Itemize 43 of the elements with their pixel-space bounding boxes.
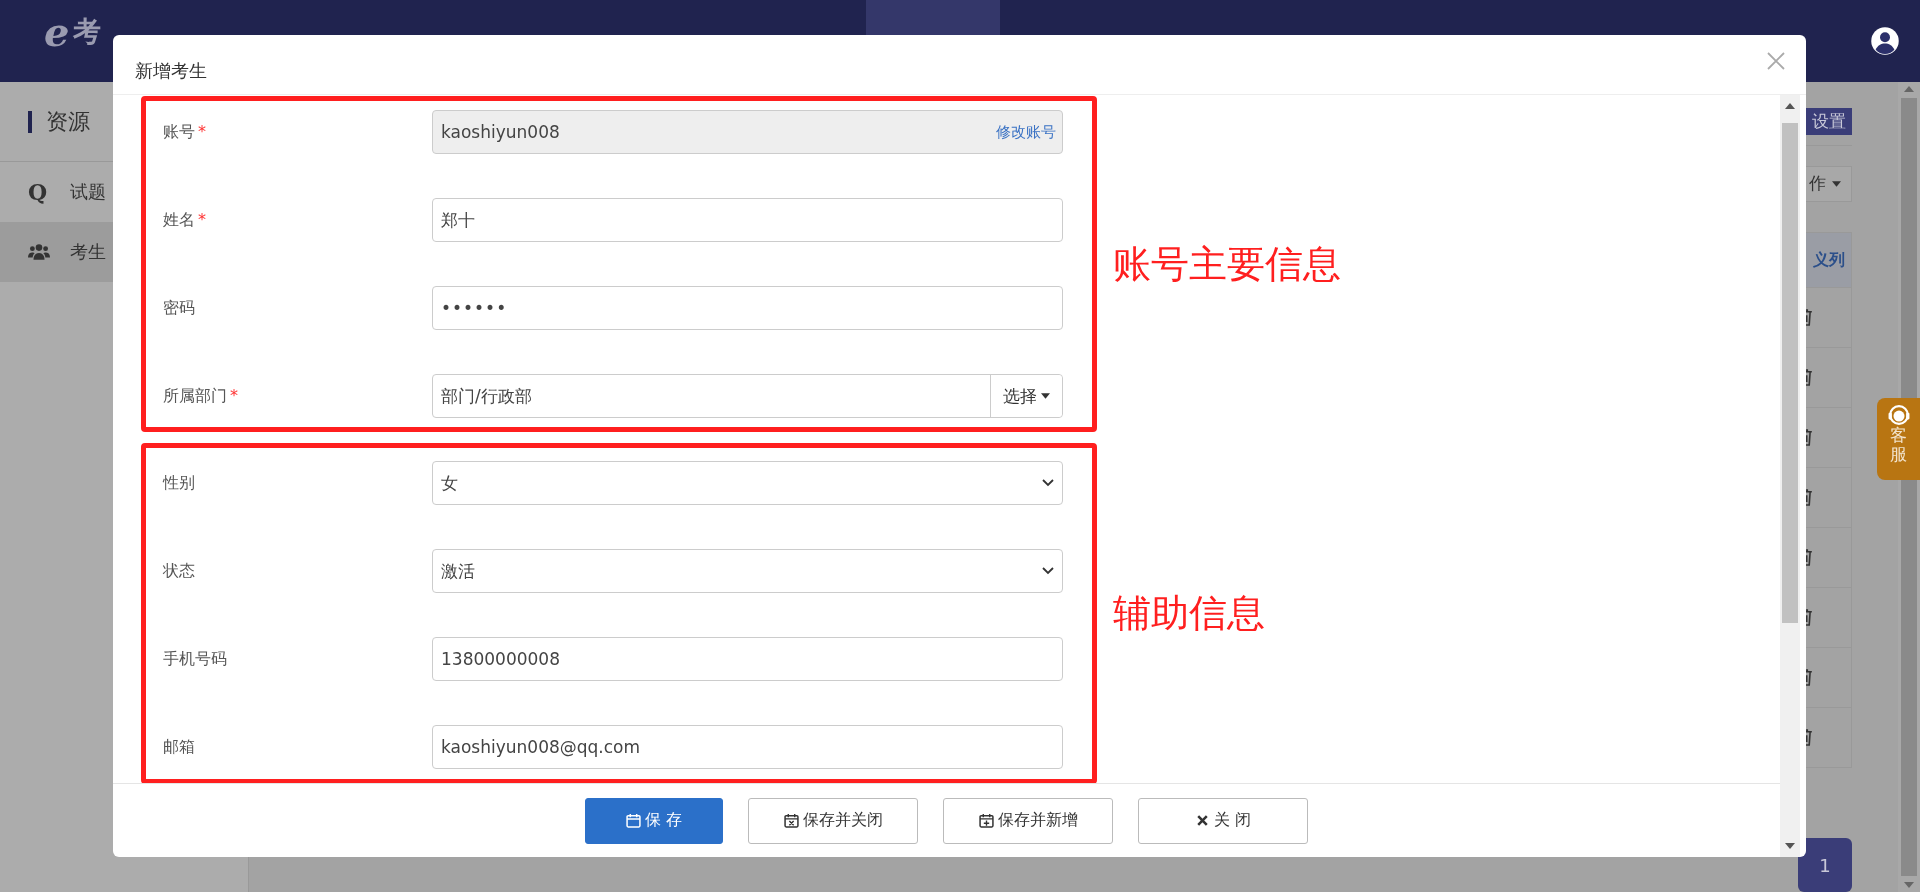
calendar-plus-icon [978,813,994,828]
select-button[interactable]: 选择 [990,375,1062,417]
footer-button[interactable]: 关 闭 [1138,797,1308,844]
q-icon: Q [28,179,50,205]
footer-button[interactable]: 保存并新增 [943,797,1113,844]
sidebar-title: 资源 [46,107,90,136]
page-button[interactable]: 1 [1798,838,1852,892]
users-icon [28,243,50,261]
field-label: 性别 [161,472,196,494]
input-field[interactable]: 郑十 [432,198,1063,242]
field-label: 账号 * [162,121,207,143]
field-label: 所属部门 * [162,385,239,407]
user-avatar-icon[interactable] [1870,26,1900,56]
calendar-icon [625,813,641,828]
annotation-text: 账号主要信息 [1113,240,1341,288]
select-field[interactable]: 女 [432,461,1063,505]
close-icon[interactable] [1766,50,1786,71]
field-label: 手机号码 [162,648,228,670]
account-field: kaoshiyun008 修改账号 [432,110,1063,154]
chevron-down-icon [1042,567,1054,575]
logo-letter[interactable]: e [44,12,70,52]
chevron-down-icon [1042,479,1054,487]
select-field[interactable]: 激活 [432,549,1063,593]
calendar-x-icon [783,813,799,828]
password-field[interactable]: •••••• [432,286,1063,330]
footer-button[interactable]: 保存并关闭 [748,797,918,844]
edit-account-link[interactable]: 修改账号 [996,122,1056,142]
logo-text[interactable]: 考 [73,13,102,51]
annotation-text: 辅助信息 [1113,590,1265,637]
headset-icon [1887,404,1910,426]
input-field[interactable]: kaoshiyun008@qq.com [432,725,1063,769]
dialog-title: 新增考生 [135,58,207,83]
field-label: 姓名 * [162,209,207,231]
field-label: 密码 [162,297,196,319]
input-field[interactable]: 13800000008 [432,637,1063,681]
dialog-scrollbar[interactable] [1780,95,1800,857]
caret-icon [1832,180,1841,187]
footer-button[interactable]: 保 存 [585,797,723,844]
caret-icon [1041,393,1050,399]
field-label: 状态 [162,560,196,582]
field-label: 邮箱 [162,736,196,758]
department-field[interactable]: 部门/行政部 选择 [432,374,1063,418]
scroll-down-icon[interactable] [1785,843,1795,849]
